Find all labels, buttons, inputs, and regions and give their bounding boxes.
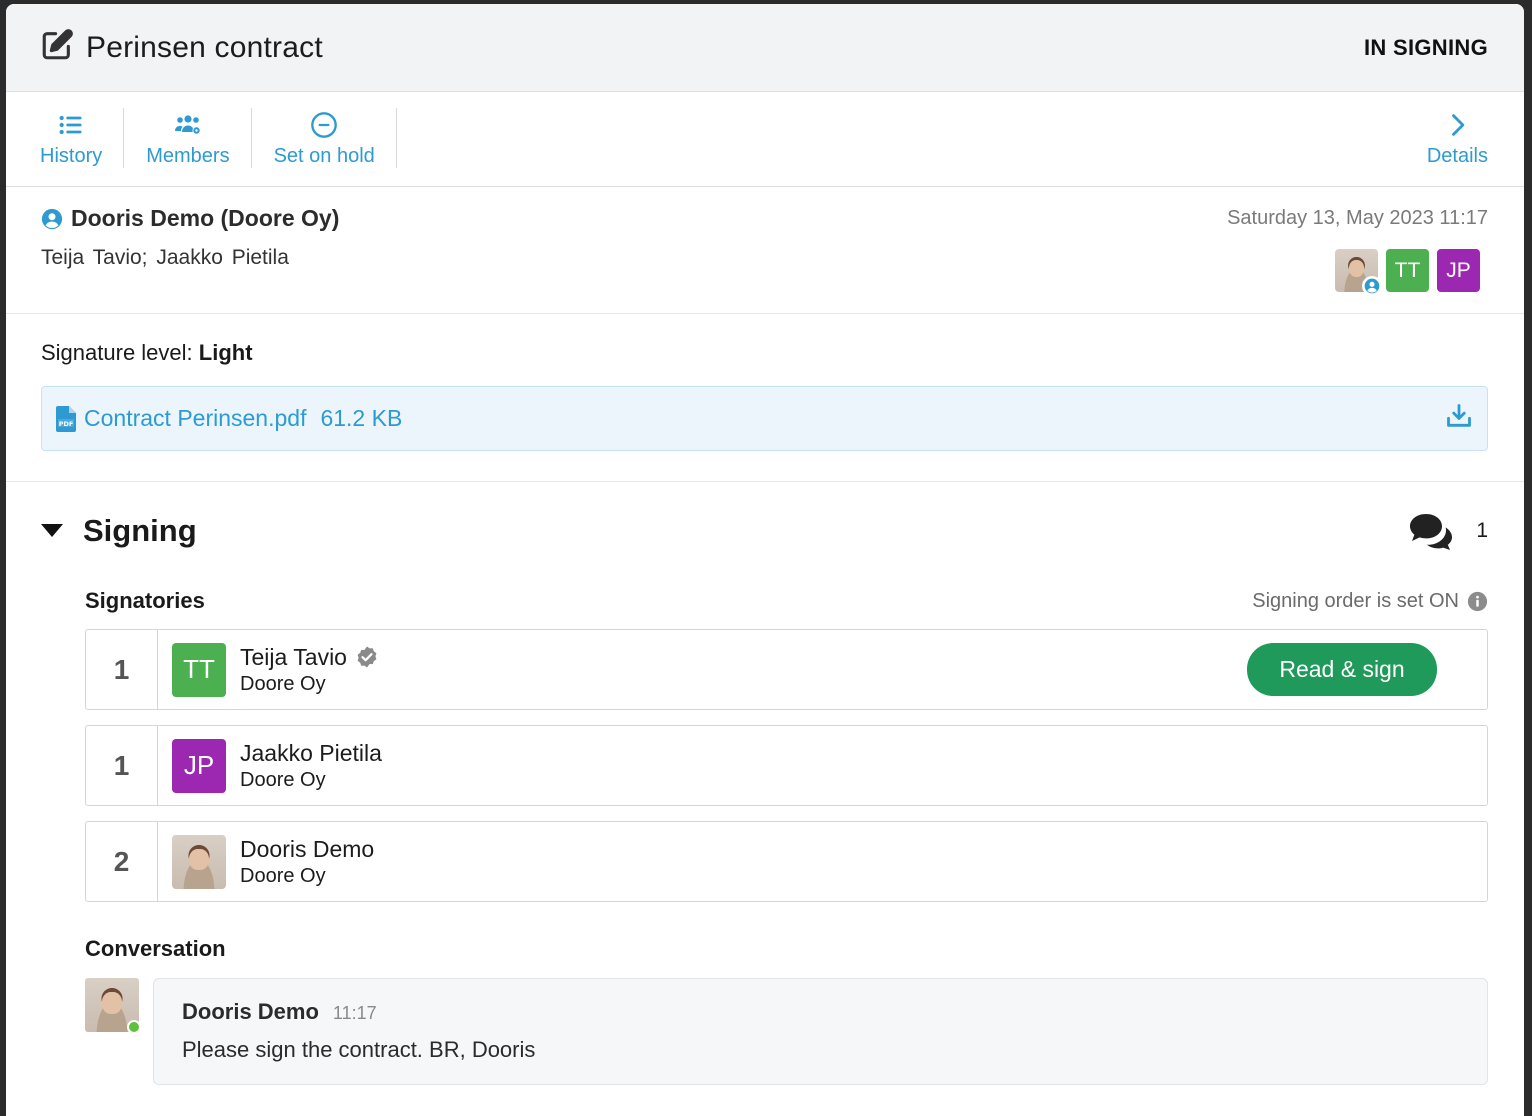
attachment-name[interactable]: Contract Perinsen.pdf (84, 405, 306, 432)
message-bubble: Dooris Demo 11:17 Please sign the contra… (153, 978, 1488, 1085)
signing-order-text: Signing order is set ON (1252, 589, 1459, 612)
avatar (85, 978, 141, 1034)
pdf-file-icon: PDF (56, 405, 76, 432)
attachment-info: PDF Contract Perinsen.pdf 61.2 KB (56, 405, 402, 432)
owner-badge-icon (1362, 276, 1382, 296)
signature-level-value: Light (198, 340, 253, 365)
conversation-title: Conversation (85, 936, 226, 961)
members-label: Members (146, 144, 230, 167)
members-list: Teija Tavio; Jaakko Pietila (41, 246, 289, 269)
avatar-jp[interactable]: JP (1437, 249, 1480, 292)
signature-level: Signature level: Light (41, 340, 1488, 366)
avatar: TT (172, 642, 226, 697)
comments-indicator[interactable]: 1 (1408, 512, 1488, 550)
members-button[interactable]: Members (124, 92, 252, 186)
caret-down-icon (41, 524, 63, 537)
avatar (172, 834, 226, 889)
signatory-name-text: Teija Tavio (240, 643, 347, 670)
history-button[interactable]: History (40, 92, 125, 186)
signatory-name: Teija Tavio (240, 644, 379, 671)
created-date: Saturday 13, May 2023 11:17 (1227, 207, 1488, 229)
signatory-person: Dooris Demo Doore Oy (158, 822, 1487, 901)
message-header: Dooris Demo 11:17 (182, 999, 1459, 1025)
signatory-row: 1 JP Jaakko Pietila Doore Oy (85, 725, 1488, 806)
details-button[interactable]: Details (1405, 92, 1488, 186)
list-icon (59, 115, 82, 134)
page-title: Perinsen contract (86, 30, 323, 64)
attachment[interactable]: PDF Contract Perinsen.pdf 61.2 KB (41, 386, 1488, 451)
signatory-org: Doore Oy (240, 768, 326, 791)
owner-name: Dooris Demo (Doore Oy) (71, 205, 340, 231)
history-label: History (40, 144, 103, 167)
verified-icon (357, 646, 377, 668)
signatory-info: Dooris Demo Doore Oy (240, 836, 374, 888)
contract-meta: Dooris Demo (Doore Oy) Saturday 13, May … (6, 187, 1524, 314)
document-section: Signature level: Light PDF Contract Peri… (6, 314, 1524, 482)
details-label: Details (1426, 144, 1488, 167)
svg-text:PDF: PDF (59, 420, 74, 428)
message-time: 11:17 (332, 1003, 377, 1023)
edit-icon[interactable] (40, 28, 74, 67)
avatar-tt[interactable]: TT (1386, 249, 1429, 292)
comment-count: 1 (1476, 519, 1488, 542)
signing-order: 1 (86, 726, 158, 805)
signatories-title: Signatories (85, 588, 205, 613)
minus-circle-icon (311, 111, 338, 138)
signatory-org: Doore Oy (240, 672, 326, 695)
user-circle-icon (41, 208, 63, 229)
online-status-icon (127, 1020, 141, 1034)
read-and-sign-button[interactable]: Read & sign (1247, 643, 1437, 696)
download-icon[interactable] (1445, 402, 1473, 435)
signatory-person: JP Jaakko Pietila Doore Oy (158, 726, 1487, 805)
avatar-dooris[interactable] (1335, 249, 1382, 296)
signatory-info: Jaakko Pietila Doore Oy (240, 740, 382, 792)
contract-panel: Perinsen contract IN SIGNING History Mem… (6, 4, 1524, 1116)
conversation-message: Dooris Demo 11:17 Please sign the contra… (41, 978, 1488, 1085)
set-on-hold-button[interactable]: Set on hold (252, 92, 398, 186)
attachment-size: 61.2 KB (320, 405, 403, 431)
set-on-hold-label: Set on hold (273, 144, 375, 167)
panel-header: Perinsen contract IN SIGNING (6, 4, 1524, 92)
signing-order: 1 (86, 630, 158, 709)
chevron-right-icon (1452, 113, 1465, 136)
toolbar: History Members Set on hold Details (6, 92, 1524, 187)
signature-level-label: Signature level: (41, 340, 193, 365)
signatory-person: TT Teija Tavio Doore Oy (158, 630, 1247, 709)
signatory-info: Teija Tavio Doore Oy (240, 644, 379, 696)
member-avatars: TT JP (1335, 249, 1480, 296)
users-gear-icon (174, 114, 201, 134)
comments-icon (1410, 514, 1453, 550)
signing-section: Signing 1 Signatories Signing order is s… (6, 482, 1524, 1085)
signatory-name: Dooris Demo (240, 835, 375, 862)
message-text: Please sign the contract. BR, Dooris (182, 1037, 536, 1062)
status-badge: IN SIGNING (1363, 34, 1488, 60)
info-icon[interactable] (1467, 591, 1488, 612)
signatory-row: 1 TT Teija Tavio Doore Oy Read & sign (85, 629, 1488, 710)
signing-header: Signing 1 (41, 512, 1488, 550)
message-author: Dooris Demo (182, 999, 319, 1024)
signatory-name: Jaakko Pietila (240, 739, 382, 766)
signing-toggle[interactable]: Signing (41, 513, 197, 549)
signing-order-note: Signing order is set ON (1252, 590, 1488, 613)
signing-title: Signing (83, 513, 197, 548)
avatar: JP (172, 738, 226, 793)
signatory-org: Doore Oy (240, 864, 326, 887)
signatories-header: Signatories Signing order is set ON (41, 588, 1488, 614)
signatory-row: 2 Dooris Demo Doore Oy (85, 821, 1488, 902)
header-left: Perinsen contract (40, 28, 323, 67)
signing-order: 2 (86, 822, 158, 901)
